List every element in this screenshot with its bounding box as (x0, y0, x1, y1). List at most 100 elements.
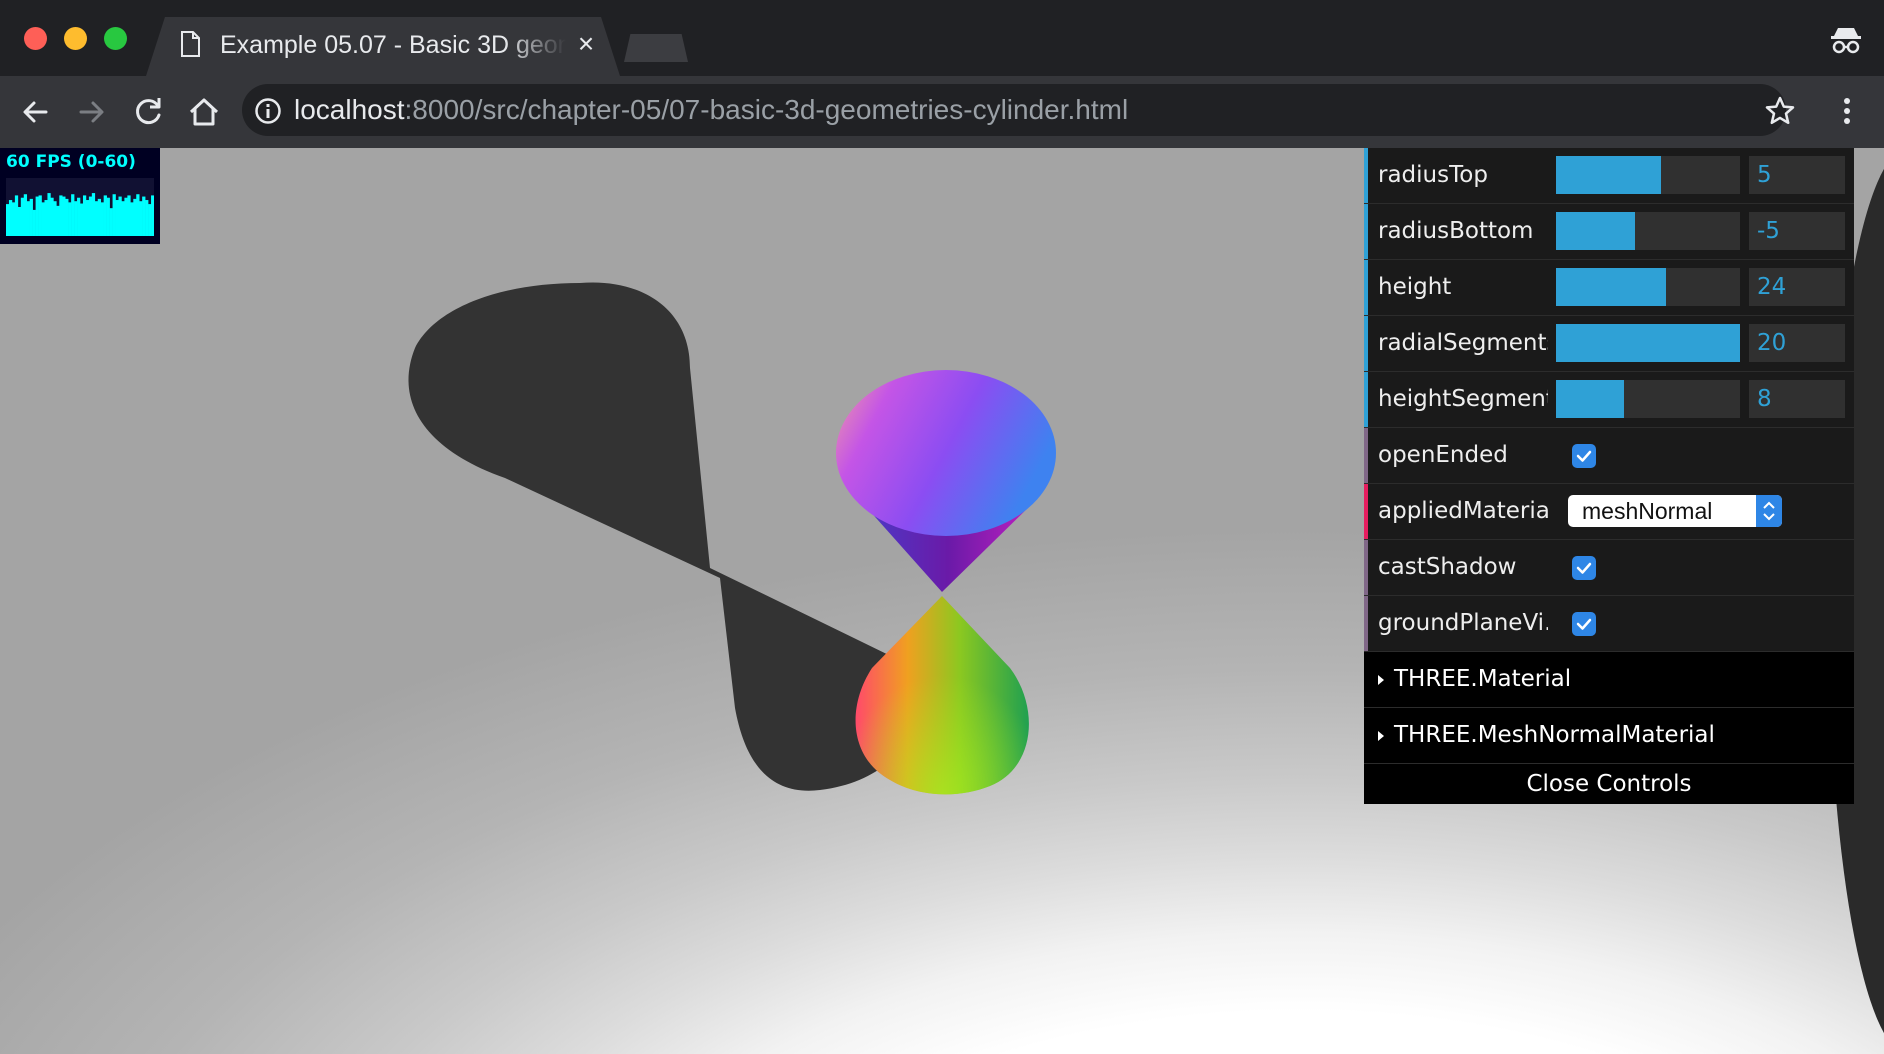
forward-arrow-icon[interactable] (71, 92, 111, 132)
fps-bar (151, 195, 154, 236)
back-arrow-icon[interactable] (16, 92, 56, 132)
fps-bar (38, 195, 42, 236)
fps-bar (97, 198, 102, 236)
fps-bar (68, 202, 72, 236)
control-radius-bottom: radiusBottom -5 (1364, 204, 1854, 260)
control-height-segments: heightSegments 8 (1364, 372, 1854, 428)
folder-label: THREE.Material (1394, 666, 1572, 692)
kebab-menu-icon[interactable] (1832, 93, 1862, 129)
height-segments-input[interactable]: 8 (1749, 380, 1845, 418)
fps-bar (121, 201, 125, 236)
fps-bar (148, 204, 152, 236)
fps-bar (26, 201, 30, 236)
radius-top-input[interactable]: 5 (1749, 156, 1845, 194)
row-accent (1364, 540, 1368, 595)
home-icon[interactable] (184, 92, 224, 132)
controls-panel: radiusTop 5 radiusBottom -5 height 24 ra… (1364, 148, 1854, 804)
fps-bar (23, 194, 28, 236)
control-label: openEnded (1378, 442, 1508, 468)
control-radius-top: radiusTop 5 (1364, 148, 1854, 204)
control-ground-plane-visible: groundPlaneVi... (1364, 596, 1854, 652)
radius-top-slider[interactable] (1556, 156, 1740, 194)
fps-bar (8, 200, 13, 236)
fps-bar (29, 198, 33, 236)
applied-material-select[interactable]: meshNormal (1568, 495, 1782, 527)
fps-bar (71, 194, 75, 236)
fps-bar (35, 196, 39, 236)
radius-bottom-slider[interactable] (1556, 212, 1740, 250)
slider-fill (1556, 156, 1661, 194)
row-accent (1364, 428, 1368, 483)
slider-fill (1556, 212, 1636, 250)
info-icon[interactable] (254, 97, 282, 125)
fps-label: 60 FPS (0-60) (6, 152, 136, 172)
fps-bar (17, 207, 22, 236)
bookmark-star-icon[interactable] (1764, 95, 1796, 127)
fps-graph (6, 178, 154, 236)
window-maximize-button[interactable] (104, 27, 127, 50)
row-accent (1364, 204, 1368, 259)
fps-bar (130, 202, 134, 236)
fps-bar (100, 202, 104, 236)
url-text[interactable]: localhost:8000/src/chapter-05/07-basic-3… (294, 92, 1128, 128)
fps-bar (112, 194, 116, 236)
fps-bar (145, 200, 149, 236)
control-label: castShadow (1378, 554, 1517, 580)
fps-bar (103, 195, 107, 236)
row-accent (1364, 148, 1368, 203)
row-accent (1364, 484, 1368, 539)
fps-bar (82, 195, 87, 236)
height-slider[interactable] (1556, 268, 1740, 306)
ground-plane-checkbox[interactable] (1572, 612, 1596, 636)
folder-three-material[interactable]: THREE.Material (1364, 652, 1854, 708)
fps-bar (94, 201, 99, 236)
height-segments-slider[interactable] (1556, 380, 1740, 418)
fps-bar (139, 201, 143, 236)
control-radial-segments: radialSegments 20 (1364, 316, 1854, 372)
folder-mesh-normal-material[interactable]: THREE.MeshNormalMaterial (1364, 708, 1854, 764)
tab-title: Example 05.07 - Basic 3D geometries - Cy… (220, 31, 566, 59)
window-close-button[interactable] (24, 27, 47, 50)
fps-bar (77, 197, 81, 236)
fps-bar (6, 204, 10, 236)
radius-bottom-input[interactable]: -5 (1749, 212, 1845, 250)
control-label: appliedMaterial (1378, 498, 1548, 524)
new-tab-button[interactable] (624, 34, 688, 62)
object-shadow (408, 282, 918, 791)
fps-bar (41, 202, 45, 236)
control-label: radialSegments (1378, 330, 1548, 356)
window-minimize-button[interactable] (64, 27, 87, 50)
radial-segments-slider[interactable] (1556, 324, 1740, 362)
fps-bar (109, 208, 113, 236)
fps-bar (133, 198, 137, 236)
fps-bar (32, 209, 36, 236)
fps-bar (124, 197, 128, 236)
fps-bar (80, 203, 84, 236)
cast-shadow-checkbox[interactable] (1572, 556, 1596, 580)
url-path: :8000/src/chapter-05/07-basic-3d-geometr… (404, 94, 1129, 125)
height-input[interactable]: 24 (1749, 268, 1845, 306)
radial-segments-input[interactable]: 20 (1749, 324, 1845, 362)
fps-bar (65, 198, 69, 236)
close-controls-button[interactable]: Close Controls (1364, 764, 1854, 804)
fps-bar (50, 197, 54, 236)
fps-bar (118, 196, 122, 236)
folder-collapsed-icon (1378, 675, 1384, 685)
control-label: heightSegments (1378, 386, 1548, 412)
fps-bar (115, 200, 119, 236)
control-label: radiusBottom (1378, 218, 1534, 244)
control-label: groundPlaneVi... (1378, 610, 1548, 636)
open-ended-checkbox[interactable] (1572, 444, 1596, 468)
fps-bar (136, 194, 140, 236)
fps-bar (142, 196, 146, 236)
control-label: height (1378, 274, 1452, 300)
fps-stats-panel[interactable]: 60 FPS (0-60) (0, 148, 160, 244)
tab-close-icon[interactable]: × (572, 30, 600, 58)
reload-icon[interactable] (128, 92, 168, 132)
fps-bar (14, 195, 19, 236)
fps-bar (106, 197, 110, 236)
incognito-icon (1831, 28, 1861, 54)
fps-bar (127, 195, 131, 236)
row-accent (1364, 596, 1368, 651)
fps-bar (56, 205, 60, 236)
